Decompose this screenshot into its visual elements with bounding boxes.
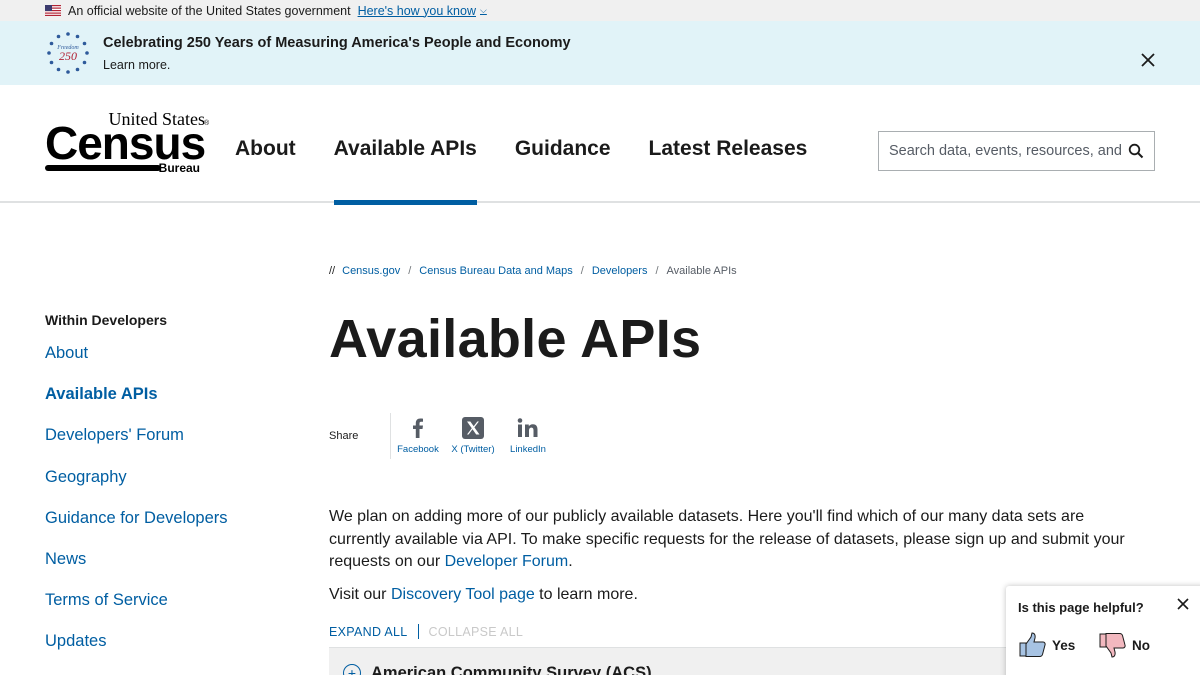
sidebar-heading: Within Developers [45,312,168,328]
logo-bottom-text: Bureau [159,161,200,175]
breadcrumb-current: Available APIs [666,265,737,277]
sidebar-item-available-apis[interactable]: Available APIs [45,385,295,426]
sidebar-item-news[interactable]: News [45,550,295,591]
close-icon[interactable] [1140,52,1156,68]
nav-guidance-label: Guidance [514,137,611,160]
linkedin-icon [517,418,538,437]
nav-about[interactable]: About [235,85,296,203]
sidebar-item-developers-forum[interactable]: Developers' Forum [45,426,295,467]
breadcrumb-developers[interactable]: Developers [592,265,648,277]
nav-about-label: About [235,137,296,160]
badge-line2: 250 [59,49,77,63]
share-x-button[interactable]: X (Twitter) [449,416,497,455]
expand-all-button[interactable]: EXPAND ALL [329,625,408,639]
feedback-yes-label: Yes [1052,637,1076,653]
gov-banner: An official website of the United States… [0,0,1200,21]
sidebar-nav: Within Developers About Available APIs D… [45,312,295,674]
thumbs-down-icon [1099,633,1126,658]
feedback-yes-button[interactable]: Yes [1018,631,1075,659]
accordion-item-label: American Community Survey (ACS) [371,664,652,675]
nav-guidance[interactable]: Guidance [515,85,611,203]
breadcrumb-prefix: // [329,265,336,277]
search-icon[interactable] [1128,143,1144,159]
page-title: Available APIs [329,309,702,369]
main-nav: About Available APIs Guidance Latest Rel… [235,85,845,205]
intro-paragraph: We plan on adding more of our publicly a… [329,506,1149,574]
close-icon[interactable] [1176,597,1190,611]
how-you-know-label: Here's how you know [357,3,476,18]
share-bar: Share Facebook X (Twitter) LinkedIn [329,412,559,459]
x-twitter-icon [462,417,484,439]
share-divider [390,412,391,459]
developer-forum-link[interactable]: Developer Forum [445,553,569,570]
share-label: Share [329,429,359,442]
discovery-paragraph-text: Visit our [329,585,391,603]
feedback-no-button[interactable]: No [1098,631,1150,659]
feedback-title: Is this page helpful? [1018,600,1144,615]
breadcrumb: // Census.gov / Census Bureau Data and M… [329,265,737,277]
sidebar-item-updates[interactable]: Updates [45,632,295,673]
chevron-down-icon: ⌵ [480,5,487,15]
feedback-widget: Is this page helpful? Yes No [1006,586,1200,675]
feedback-no-label: No [1132,637,1150,653]
plus-circle-icon: + [343,664,361,675]
discovery-paragraph-end: to learn more. [534,585,638,603]
share-facebook-label: Facebook [397,444,439,455]
us-flag-icon [45,5,61,16]
search-box [878,131,1155,171]
sidebar-item-about[interactable]: About [45,344,295,385]
sidebar-item-geography[interactable]: Geography [45,468,295,509]
controls-divider [417,624,419,639]
breadcrumb-separator: / [655,265,659,277]
nav-available-apis[interactable]: Available APIs [333,85,478,205]
announcement-banner: Freedom 250 Celebrating 250 Years of Mea… [0,21,1200,85]
intro-paragraph-end: . [568,553,573,570]
breadcrumb-separator: / [580,265,584,277]
census-bureau-logo[interactable]: United States ® Census Bureau [45,111,210,179]
search-input[interactable] [889,143,1125,159]
breadcrumb-data-and-maps[interactable]: Census Bureau Data and Maps [419,265,572,277]
how-you-know-link[interactable]: Here's how you know ⌵ [358,4,487,18]
share-linkedin-label: LinkedIn [510,444,546,455]
breadcrumb-separator: / [408,265,412,277]
thumbs-up-icon [1019,632,1046,657]
nav-latest-releases-label: Latest Releases [648,137,808,160]
discovery-tool-link[interactable]: Discovery Tool page [391,586,535,603]
gov-banner-text: An official website of the United States… [68,3,351,18]
sidebar-item-terms-of-service[interactable]: Terms of Service [45,591,295,632]
collapse-all-button[interactable]: COLLAPSE ALL [429,625,524,639]
site-header: United States ® Census Bureau About Avai… [0,85,1200,205]
sidebar-item-guidance-for-developers[interactable]: Guidance for Developers [45,509,295,550]
share-x-label: X (Twitter) [451,444,495,455]
announcement-title: Celebrating 250 Years of Measuring Ameri… [103,34,571,51]
announcement-learn-more-link[interactable]: Learn more. [103,58,571,72]
nav-latest-releases[interactable]: Latest Releases [649,85,808,203]
freedom-250-badge-icon: Freedom 250 [47,32,89,74]
share-linkedin-button[interactable]: LinkedIn [506,416,550,455]
breadcrumb-census-gov[interactable]: Census.gov [342,265,400,277]
share-facebook-button[interactable]: Facebook [396,416,440,455]
facebook-icon [413,418,423,438]
accordion-controls: EXPAND ALL COLLAPSE ALL [329,624,523,639]
nav-available-apis-label: Available APIs [333,137,477,160]
